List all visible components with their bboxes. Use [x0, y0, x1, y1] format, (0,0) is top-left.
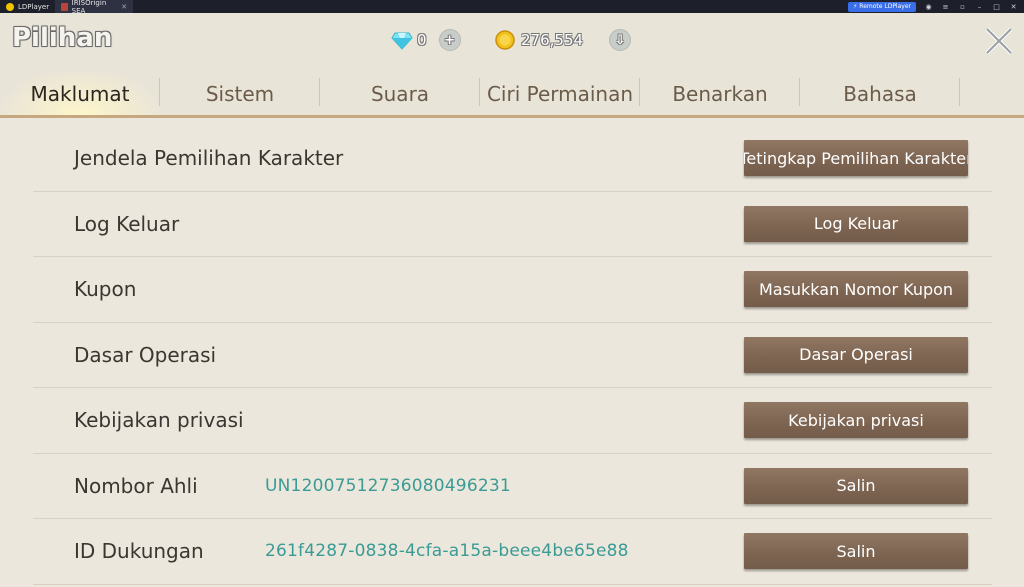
maximize-icon[interactable]: □ — [992, 3, 1001, 11]
member-number-value: UN12007512736080496231 — [265, 475, 511, 496]
tab-ciri-permainan[interactable]: Ciri Permainan — [480, 71, 640, 116]
close-icon — [985, 27, 1013, 55]
page-title: Pilihan — [12, 23, 113, 53]
tab-close-icon[interactable]: ✕ — [121, 3, 127, 11]
tab-maklumat[interactable]: Maklumat — [0, 71, 160, 116]
emulator-titlebar: LDPlayer IRISOrigin SEA ✕ ⚡ Remote LDPla… — [0, 0, 1024, 15]
add-diamond-button[interactable]: + — [438, 29, 461, 51]
operation-policy-button[interactable]: Dasar Operasi — [744, 336, 968, 373]
tab-bahasa[interactable]: Bahasa — [800, 71, 960, 116]
close-options-button[interactable] — [984, 26, 1014, 56]
emulator-game-tab[interactable]: IRISOrigin SEA ✕ — [55, 0, 134, 15]
window-close-icon[interactable]: ✕ — [1009, 3, 1018, 11]
row-label: Dasar Operasi — [74, 342, 217, 367]
tab-suara[interactable]: Suara — [320, 71, 480, 116]
gold-currency: 276,554 ⇩ — [495, 29, 632, 51]
plus-icon: + — [444, 32, 455, 48]
account-icon[interactable]: ◉ — [924, 3, 933, 11]
options-tabs: Maklumat Sistem Suara Ciri Permainan Ben… — [0, 71, 1024, 116]
row-label: Log Keluar — [74, 211, 180, 236]
tab-label: Suara — [370, 81, 430, 106]
list-item-operation-policy: Dasar Operasi Dasar Operasi — [33, 323, 992, 388]
row-label: Jendela Pemilihan Karakter — [74, 146, 344, 171]
tab-sistem[interactable]: Sistem — [160, 71, 320, 116]
list-item-support-id: ID Dukungan 261f4287-0838-4cfa-a15a-beee… — [33, 519, 992, 585]
diamond-count: 0 — [417, 31, 427, 49]
logout-button[interactable]: Log Keluar — [744, 205, 968, 242]
row-label: Kupon — [74, 277, 137, 302]
menu-icon[interactable]: ≡ — [941, 3, 950, 11]
minimize-icon[interactable]: – — [975, 3, 984, 11]
row-label: Nombor Ahli — [74, 473, 198, 498]
info-settings-list: Jendela Pemilihan Karakter Tetingkap Pem… — [33, 126, 992, 585]
gold-info-button[interactable]: ⇩ — [609, 29, 632, 51]
tabs-underline — [0, 115, 1024, 118]
list-item-member-number: Nombor Ahli UN12007512736080496231 Salin — [33, 454, 992, 519]
character-select-button[interactable]: Tetingkap Pemilihan Karakter — [744, 140, 968, 177]
privacy-policy-button[interactable]: Kebijakan privasi — [744, 402, 968, 439]
list-item-privacy-policy: Kebijakan privasi Kebijakan privasi — [33, 388, 992, 454]
remote-ldplayer-label: Remote LDPlayer — [859, 3, 911, 10]
list-item-character-select: Jendela Pemilihan Karakter Tetingkap Pem… — [33, 126, 992, 192]
tab-label: Maklumat — [30, 81, 130, 106]
diamond-icon — [391, 32, 413, 50]
diamond-currency: 0 + — [391, 29, 461, 51]
game-app-icon — [61, 2, 68, 11]
emulator-app-tab-label: LDPlayer — [18, 2, 50, 11]
list-item-coupon: Kupon Masukkan Nomor Kupon — [33, 257, 992, 323]
tab-label: Sistem — [205, 81, 275, 106]
tab-label: Benarkan — [672, 81, 768, 106]
copy-support-id-button[interactable]: Salin — [744, 533, 968, 570]
row-label: Kebijakan privasi — [74, 408, 244, 433]
options-header: Pilihan 0 + 276,554 ⇩ — [0, 13, 1024, 71]
gold-count: 276,554 — [521, 31, 584, 49]
remote-ldplayer-button[interactable]: ⚡ Remote LDPlayer — [848, 1, 916, 12]
gold-coin-icon — [495, 30, 515, 50]
ldplayer-logo-icon — [6, 2, 14, 11]
tab-label: Ciri Permainan — [486, 81, 634, 106]
tab-benarkan[interactable]: Benarkan — [640, 71, 800, 116]
row-label: ID Dukungan — [74, 539, 204, 564]
copy-member-number-button[interactable]: Salin — [744, 467, 968, 504]
tab-label: Bahasa — [843, 81, 917, 106]
arrow-down-icon: ⇩ — [614, 32, 626, 48]
tab-divider — [959, 78, 960, 106]
emulator-app-tab[interactable]: LDPlayer — [0, 0, 55, 13]
restore-icon[interactable]: ▫ — [958, 3, 967, 11]
lightning-icon: ⚡ — [853, 3, 858, 10]
list-item-logout: Log Keluar Log Keluar — [33, 192, 992, 257]
support-id-value: 261f4287-0838-4cfa-a15a-beee4be65e88 — [265, 541, 629, 562]
enter-coupon-button[interactable]: Masukkan Nomor Kupon — [744, 271, 968, 308]
